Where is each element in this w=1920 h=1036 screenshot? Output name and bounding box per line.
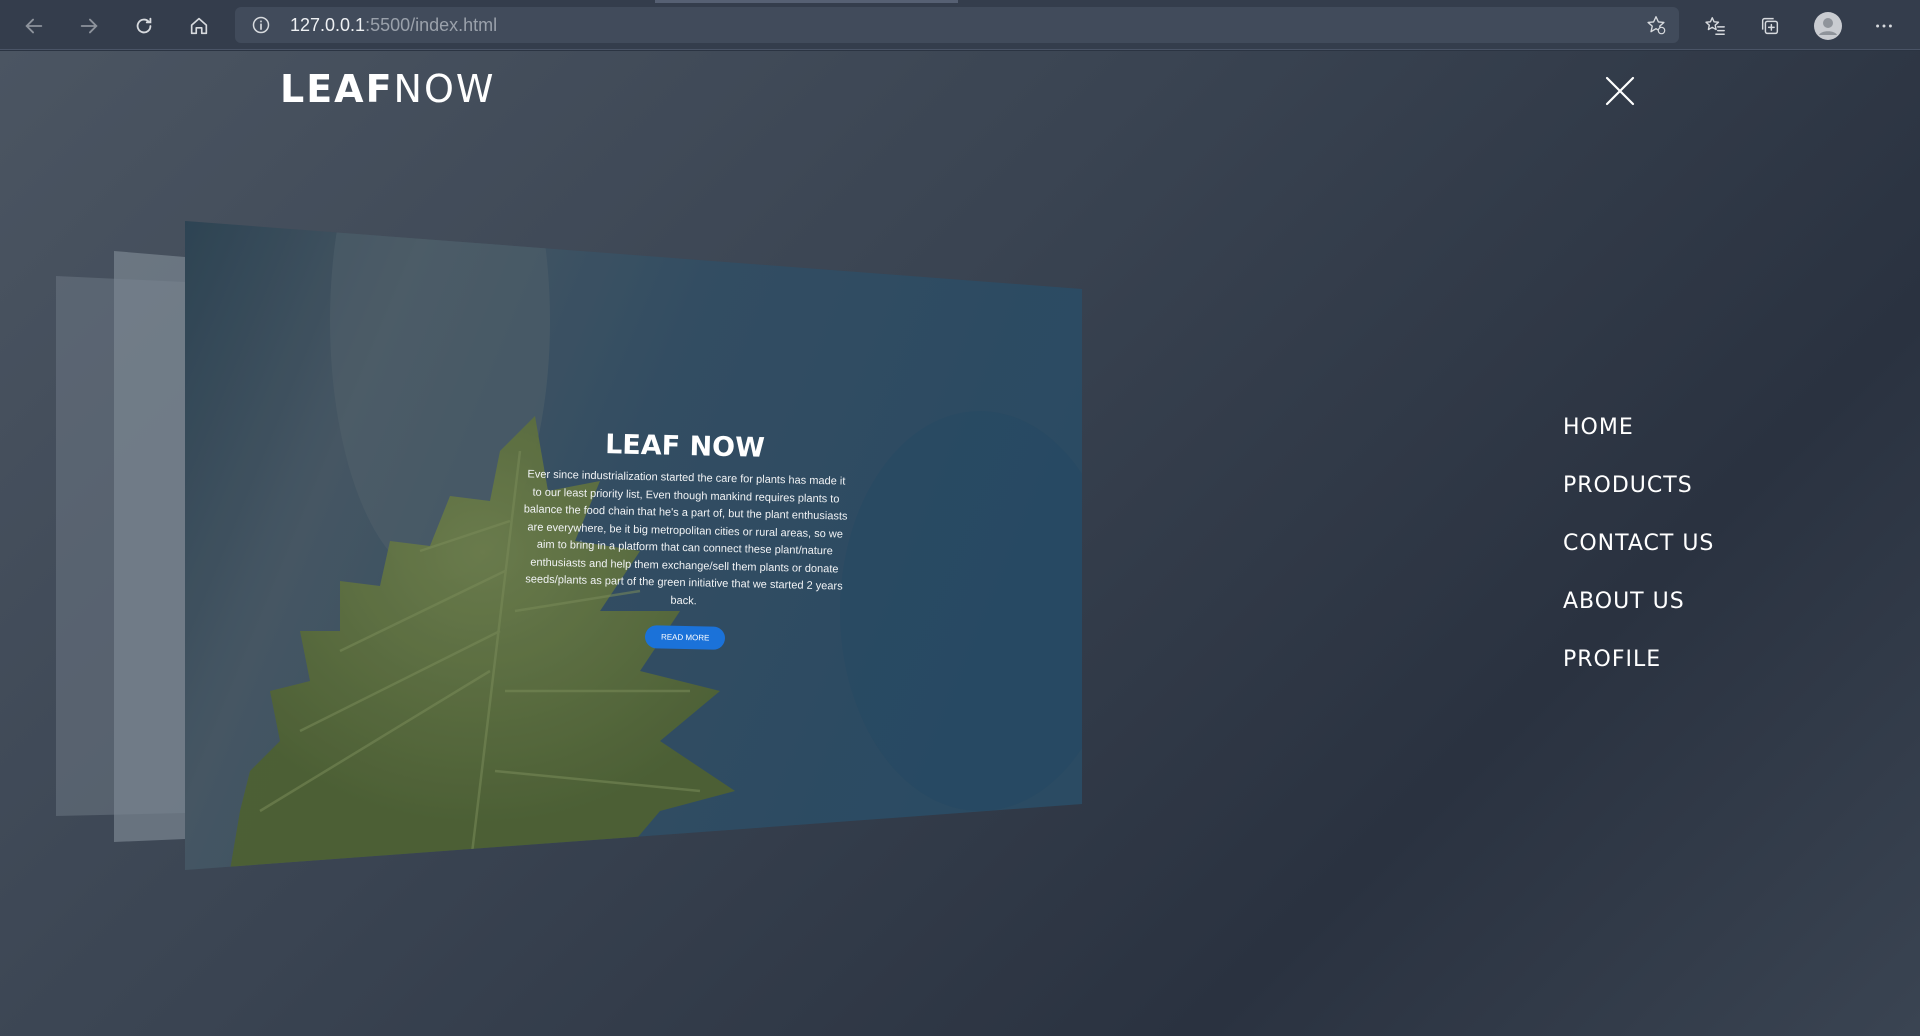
avatar-icon — [1814, 12, 1842, 40]
url-text[interactable]: 127.0.0.1:5500/index.html — [290, 15, 497, 36]
info-icon[interactable] — [251, 15, 271, 35]
logo-bold: LEAF — [280, 67, 394, 111]
menu-item-about-us[interactable]: ABOUT US — [1563, 587, 1714, 645]
url-path: :5500/index.html — [365, 15, 498, 35]
address-bar[interactable]: 127.0.0.1:5500/index.html — [235, 7, 1679, 43]
more-icon — [1876, 24, 1892, 28]
settings-more-button[interactable] — [1867, 9, 1901, 43]
close-menu-icon[interactable] — [1604, 75, 1636, 107]
forward-button[interactable] — [72, 9, 106, 43]
logo-light: NOW — [393, 67, 496, 111]
home-button[interactable] — [182, 9, 216, 43]
menu-item-profile[interactable]: PROFILE — [1563, 645, 1714, 703]
arrow-left-icon — [25, 18, 43, 34]
profile-button[interactable] — [1811, 9, 1845, 43]
back-panel-near — [114, 251, 185, 842]
reload-button[interactable] — [127, 9, 161, 43]
reload-icon — [136, 17, 152, 34]
read-more-button[interactable]: READ MORE — [644, 625, 726, 650]
hero-title: LEAF NOW — [604, 429, 766, 464]
back-button[interactable] — [17, 9, 51, 43]
menu-item-contact-us[interactable]: CONTACT US — [1563, 529, 1714, 587]
favorites-button[interactable] — [1698, 9, 1732, 43]
arrow-right-icon — [80, 18, 98, 34]
page: LEAF NOW Ever since industrialization st… — [0, 51, 1920, 1036]
add-favorite-icon[interactable] — [1645, 14, 1667, 36]
site-logo[interactable]: LEAFNOW — [280, 67, 495, 111]
tab-indicator — [655, 0, 958, 3]
home-icon — [190, 17, 208, 35]
hero-description: Ever since industrialization started the… — [523, 468, 848, 607]
favorites-icon — [1705, 17, 1725, 35]
nav-menu: HOME PRODUCTS CONTACT US ABOUT US PROFIL… — [1563, 413, 1714, 703]
collections-icon — [1761, 17, 1779, 35]
menu-item-home[interactable]: HOME — [1563, 413, 1714, 471]
menu-item-products[interactable]: PRODUCTS — [1563, 471, 1714, 529]
hero-content: LEAF NOW Ever since industrialization st… — [520, 429, 850, 650]
url-host: 127.0.0.1 — [290, 15, 366, 35]
browser-toolbar: 127.0.0.1:5500/index.html — [0, 0, 1920, 50]
collections-button[interactable] — [1753, 9, 1787, 43]
